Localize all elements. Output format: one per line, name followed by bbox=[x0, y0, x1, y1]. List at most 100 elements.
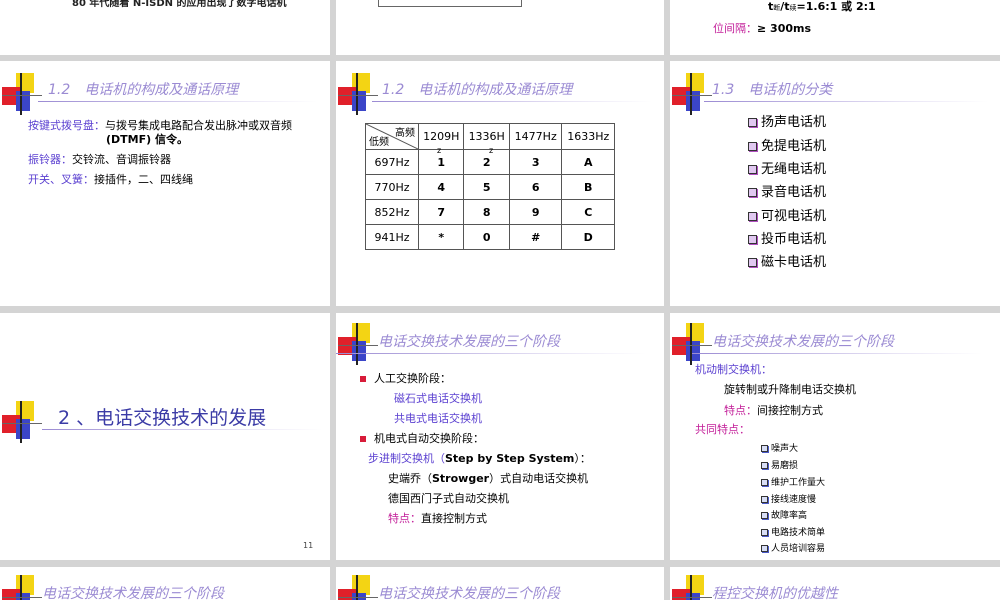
checkbox-bullet-icon bbox=[748, 212, 757, 221]
table-row: 941Hz * 0 # D bbox=[365, 224, 615, 250]
step-by-step: 步进制交换机（Step by Step System）： bbox=[368, 452, 591, 465]
list-item: 电路技术简单 bbox=[761, 525, 825, 538]
machine-text: 旋转制或升降制电话交换机 bbox=[724, 383, 856, 396]
key-cell: 1 bbox=[417, 149, 465, 175]
slide-logo-icon bbox=[2, 401, 42, 443]
slide-logo-icon bbox=[338, 73, 378, 115]
list-item: 易磨损 bbox=[761, 458, 798, 471]
list-item: 无绳电话机 bbox=[748, 158, 826, 177]
key-cell: 2 bbox=[463, 149, 510, 175]
checkbox-bullet-icon bbox=[761, 512, 768, 519]
slide-stages-2[interactable]: 电话交换技术发展的三个阶段 机动制交换机： 旋转制或升降制电话交换机 特点：间接… bbox=[670, 313, 1000, 560]
key-cell: 5 bbox=[463, 174, 510, 200]
slide-phone-types[interactable]: 1.3 电话机的分类 扬声电话机 免提电话机 无绳电话机 录音电话机 可视电话机… bbox=[670, 61, 1000, 306]
strowger: 史端乔（Strowger）式自动电话交换机 bbox=[388, 472, 589, 485]
key-cell: 4 bbox=[417, 174, 465, 200]
slide-logo-icon bbox=[338, 575, 378, 600]
slide-pulse-params[interactable]: t断/t续=1.6:1 或 2:1 位间隔：≥ 300ms bbox=[670, 0, 1000, 55]
slide-logo-icon bbox=[2, 575, 42, 600]
checkbox-bullet-icon bbox=[761, 462, 768, 469]
slide-phone-components[interactable]: 1.2 电话机的构成及通话原理 按键式拨号盘：与拨号集成电路配合发出脉冲或双音频… bbox=[0, 61, 330, 306]
component-row-switch: 开关、叉簧：接插件，二、四线绳 bbox=[28, 173, 193, 186]
key-cell: 0 bbox=[463, 224, 510, 250]
page-number: 11 bbox=[303, 541, 314, 550]
checkbox-bullet-icon bbox=[761, 479, 768, 486]
title-underline bbox=[336, 353, 646, 354]
list-item: 接线速度慢 bbox=[761, 492, 816, 505]
slide-bottom-left[interactable]: 电话交换技术发展的三个阶段 bbox=[0, 567, 330, 600]
col-header: 1633Hz bbox=[561, 123, 615, 150]
key-cell: D bbox=[561, 224, 615, 250]
list-item: 免提电话机 bbox=[748, 135, 826, 154]
ratio-text: t断/t续=1.6:1 或 2:1 bbox=[768, 0, 876, 13]
row-freq: 941Hz bbox=[365, 224, 419, 250]
list-item: 可视电话机 bbox=[748, 205, 826, 224]
checkbox-bullet-icon bbox=[761, 496, 768, 503]
list-item: 噪声大 bbox=[761, 441, 798, 454]
row-freq: 852Hz bbox=[365, 199, 419, 225]
checkbox-bullet-icon bbox=[761, 529, 768, 536]
slide-bottom-mid[interactable]: 电话交换技术发展的三个阶段 bbox=[336, 567, 664, 600]
slide-digital-phone[interactable]: 80 年代随着 N-ISDN 的应用出现了数字电话机 bbox=[0, 0, 330, 55]
slide-logo-icon bbox=[672, 575, 712, 600]
component-row-ringer: 振铃器：交铃流、音调振铃器 bbox=[28, 153, 171, 166]
slide-title: 程控交换机的优越性 bbox=[712, 586, 838, 600]
row-freq: 770Hz bbox=[365, 174, 419, 200]
slide-title: 1.2 电话机的构成及通话原理 bbox=[48, 82, 239, 98]
key-cell: 3 bbox=[508, 149, 563, 175]
common-label: 共同特点： bbox=[695, 423, 750, 436]
stage-1: 人工交换阶段： bbox=[360, 370, 451, 386]
slide-title: 1.3 电话机的分类 bbox=[712, 82, 833, 98]
slide-logo-icon bbox=[672, 323, 712, 365]
title-underline bbox=[38, 101, 318, 102]
slide-title: 电话交换技术发展的三个阶段 bbox=[42, 586, 224, 600]
figure-box bbox=[378, 0, 522, 7]
stage-1-item: 磁石式电话交换机 bbox=[394, 392, 482, 405]
col-header: 1477Hz bbox=[508, 123, 563, 150]
corner-high: 高频 bbox=[395, 128, 415, 139]
title-underline bbox=[42, 429, 322, 430]
slide-title: 电话交换技术发展的三个阶段 bbox=[378, 334, 560, 350]
stage-2: 机电式自动交换阶段： bbox=[360, 430, 484, 446]
interval-text: 位间隔：≥ 300ms bbox=[713, 22, 812, 35]
col-header: 1336H bbox=[463, 123, 510, 150]
checkbox-bullet-icon bbox=[761, 445, 768, 452]
slide-stages-1[interactable]: 电话交换技术发展的三个阶段 人工交换阶段： 磁石式电话交换机 共电式电话交换机 … bbox=[336, 313, 664, 560]
slide-dtmf-table[interactable]: 1.2 电话机的构成及通话原理 高频 低频 1209H 1336H 1477Hz… bbox=[336, 61, 664, 306]
key-cell: C bbox=[561, 199, 615, 225]
square-bullet-icon bbox=[360, 376, 366, 382]
feature: 特点：直接控制方式 bbox=[388, 512, 487, 525]
col-header: 1209H bbox=[417, 123, 465, 150]
checkbox-bullet-icon bbox=[748, 118, 757, 127]
checkbox-bullet-icon bbox=[748, 165, 757, 174]
slide-bottom-right[interactable]: 程控交换机的优越性 bbox=[670, 567, 1000, 600]
slide-logo-icon bbox=[672, 73, 712, 115]
square-bullet-icon bbox=[360, 436, 366, 442]
z-mark: z bbox=[489, 146, 494, 155]
list-item: 磁卡电话机 bbox=[748, 251, 826, 270]
corner-cell: 高频 低频 bbox=[365, 123, 419, 150]
component-row-keypad-cont: (DTMF) 信令。 bbox=[106, 133, 188, 146]
slide-title: 电话交换技术发展的三个阶段 bbox=[378, 586, 560, 600]
list-item: 扬声电话机 bbox=[748, 111, 826, 130]
key-cell: 9 bbox=[508, 199, 563, 225]
slide-logo-icon bbox=[338, 323, 378, 365]
checkbox-bullet-icon bbox=[748, 142, 757, 151]
checkbox-bullet-icon bbox=[748, 235, 757, 244]
checkbox-bullet-icon bbox=[748, 188, 757, 197]
feature: 特点：间接控制方式 bbox=[724, 404, 823, 417]
dtmf-table: 高频 低频 1209H 1336H 1477Hz 1633Hz 697Hz 1 … bbox=[365, 123, 615, 250]
stage-1-item: 共电式电话交换机 bbox=[394, 412, 482, 425]
slide-pulse-figure[interactable] bbox=[336, 0, 664, 55]
key-cell: 7 bbox=[417, 199, 465, 225]
table-row: 852Hz 7 8 9 C bbox=[365, 199, 615, 225]
digital-phone-text: 80 年代随着 N-ISDN 的应用出现了数字电话机 bbox=[72, 0, 287, 9]
title-underline bbox=[372, 101, 652, 102]
slide-logo-icon bbox=[2, 73, 42, 115]
slide-title: 电话交换技术发展的三个阶段 bbox=[712, 334, 894, 350]
list-item: 维护工作量大 bbox=[761, 475, 825, 488]
slide-section-2[interactable]: 2 、电话交换技术的发展 11 bbox=[0, 313, 330, 560]
slide-title: 1.2 电话机的构成及通话原理 bbox=[382, 82, 573, 98]
table-row: 770Hz 4 5 6 B bbox=[365, 174, 615, 200]
z-mark: z bbox=[437, 146, 442, 155]
